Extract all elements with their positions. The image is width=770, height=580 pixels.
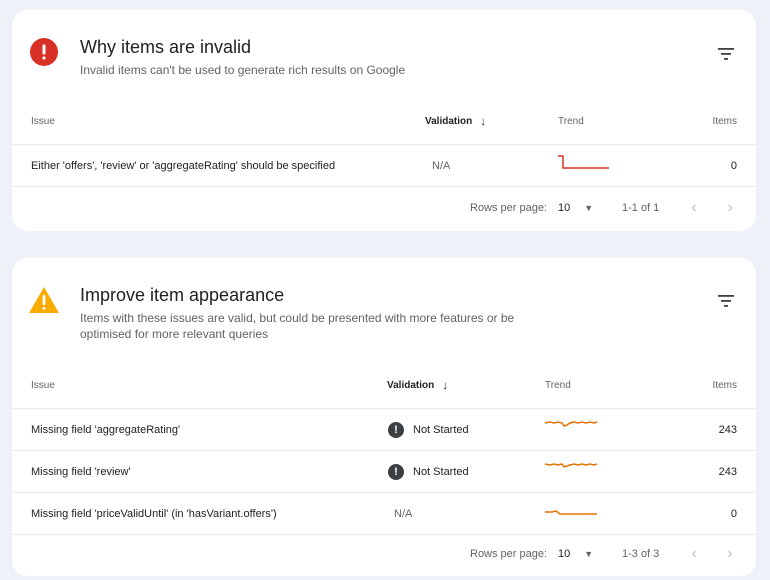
column-issue: Issue [31, 379, 55, 391]
issue-name: Missing field 'aggregateRating' [31, 423, 181, 436]
column-trend: Trend [558, 115, 584, 127]
sort-arrow-down-icon[interactable]: ↓ [480, 114, 486, 128]
items-count: 0 [730, 507, 737, 520]
rows-per-page-label: Rows per page: [470, 202, 548, 214]
sort-arrow-down-icon[interactable]: ↓ [442, 378, 448, 392]
issue-name: Missing field 'review' [31, 465, 131, 478]
error-icon [30, 38, 58, 66]
rows-per-page-value: 10 [558, 202, 571, 214]
table-row[interactable]: Missing field 'priceValidUntil' (in 'has… [12, 493, 756, 535]
validation-status: N/A [394, 507, 413, 520]
items-count: 243 [718, 465, 737, 478]
next-page-icon[interactable]: › [720, 186, 740, 230]
column-items: Items [712, 379, 737, 391]
page-range: 1-1 of 1 [622, 202, 660, 214]
rows-per-page-select[interactable]: 10 ▼ [558, 532, 593, 576]
rows-per-page-value: 10 [558, 548, 571, 560]
card-subtitle: Invalid items can't be used to generate … [80, 63, 406, 77]
dropdown-caret-icon: ▼ [584, 549, 594, 559]
validation-status: ! Not Started [388, 451, 469, 492]
trend-sparkline [544, 463, 598, 468]
filter-icon[interactable] [714, 42, 738, 66]
next-page-icon[interactable]: › [720, 532, 740, 576]
filter-icon[interactable] [714, 289, 738, 313]
page-range: 1-3 of 3 [622, 548, 660, 560]
pagination: Rows per page: 10 ▼ 1-1 of 1 ‹ › [12, 186, 756, 230]
validation-status: ! Not Started [388, 409, 469, 450]
column-trend: Trend [545, 379, 571, 391]
rows-per-page-label: Rows per page: [470, 548, 548, 560]
trend-sparkline [545, 510, 597, 515]
table-row[interactable]: Missing field 'review' ! Not Started 243 [12, 451, 756, 493]
column-validation-label: Validation [425, 115, 473, 127]
issues-table: Issue Validation ↓ Trend Items Either 'o… [12, 98, 756, 187]
column-validation[interactable]: Validation ↓ [425, 98, 486, 144]
not-started-icon: ! [388, 421, 404, 438]
validation-status-label: Not Started [413, 465, 469, 478]
column-items: Items [712, 115, 737, 127]
not-started-icon: ! [388, 463, 404, 480]
items-count: 0 [730, 159, 737, 172]
invalid-items-card: Why items are invalid Invalid items can'… [12, 10, 756, 231]
trend-sparkline [558, 155, 609, 169]
validation-status: N/A [432, 159, 451, 172]
table-header: Issue Validation ↓ Trend Items [12, 362, 756, 409]
table-row[interactable]: Missing field 'aggregateRating' ! Not St… [12, 409, 756, 451]
warning-icon [29, 287, 59, 313]
column-validation[interactable]: Validation ↓ [387, 362, 448, 408]
previous-page-icon[interactable]: ‹ [684, 532, 704, 576]
rows-per-page-select[interactable]: 10 ▼ [558, 186, 593, 230]
card-title: Why items are invalid [80, 37, 252, 57]
items-count: 243 [718, 423, 737, 436]
column-issue: Issue [31, 115, 55, 127]
validation-status-label: Not Started [413, 423, 469, 436]
issue-name: Either 'offers', 'review' or 'aggregateR… [31, 159, 336, 172]
table-row[interactable]: Either 'offers', 'review' or 'aggregateR… [12, 145, 756, 187]
trend-sparkline [544, 421, 598, 427]
dropdown-caret-icon: ▼ [584, 203, 594, 213]
card-title: Improve item appearance [80, 285, 285, 305]
column-validation-label: Validation [387, 379, 435, 391]
table-header: Issue Validation ↓ Trend Items [12, 98, 756, 145]
issue-name: Missing field 'priceValidUntil' (in 'has… [31, 507, 277, 520]
improve-appearance-card: Improve item appearance Items with these… [12, 258, 756, 576]
previous-page-icon[interactable]: ‹ [684, 186, 704, 230]
issues-table: Issue Validation ↓ Trend Items Missing f… [12, 362, 756, 535]
card-subtitle: Items with these issues are valid, but c… [80, 311, 515, 341]
pagination: Rows per page: 10 ▼ 1-3 of 3 ‹ › [12, 532, 756, 576]
